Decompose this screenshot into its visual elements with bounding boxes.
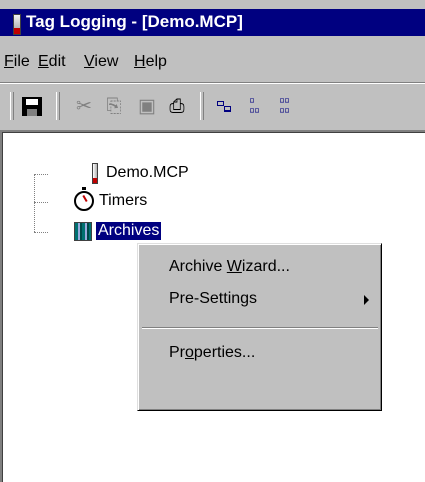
- copy-icon: ⎘: [106, 95, 122, 117]
- tree-connector: [34, 174, 35, 232]
- cut-icon: ✂: [76, 95, 92, 117]
- toolbar-separator: [200, 92, 204, 120]
- save-icon: [22, 96, 42, 116]
- context-menu: Archive Wizard... Pre-Settings Propertie…: [137, 243, 382, 411]
- menu-view[interactable]: View: [84, 53, 118, 71]
- menu-edit[interactable]: Edit: [38, 53, 66, 71]
- view-list-button[interactable]: [210, 92, 238, 120]
- print-button[interactable]: ⎙: [163, 92, 191, 120]
- tree-connector: [34, 202, 48, 203]
- print-icon: ⎙: [169, 95, 185, 117]
- view-details-button[interactable]: ▫▫ ▫▫: [270, 92, 298, 120]
- view-details-icon: ▫▫ ▫▫: [278, 95, 290, 116]
- menu-separator: [142, 327, 378, 329]
- archive-icon: [74, 221, 92, 241]
- menu-help[interactable]: Help: [134, 53, 167, 71]
- submenu-arrow-icon: [364, 295, 369, 305]
- view-tree-icon: ▫ ▫▫: [248, 95, 260, 116]
- menu-item-archive-wizard[interactable]: Archive Wizard...: [141, 252, 378, 284]
- menu-bar: File Edit View Help: [0, 48, 425, 78]
- project-file-icon: [92, 162, 98, 184]
- view-tree-button[interactable]: ▫ ▫▫: [240, 92, 268, 120]
- save-button[interactable]: [18, 92, 46, 120]
- tree-node-timers[interactable]: Timers: [74, 187, 149, 212]
- tree-node-root[interactable]: Demo.MCP: [92, 162, 191, 184]
- window-title: Tag Logging - [Demo.MCP]: [26, 12, 243, 31]
- menu-file[interactable]: File: [4, 53, 30, 71]
- toolbar-grip[interactable]: [10, 92, 14, 120]
- app-window: Tag Logging - [Demo.MCP] File Edit View …: [0, 0, 425, 482]
- toolbar-separator: [56, 92, 60, 120]
- tree-connector: [34, 174, 48, 175]
- paste-button[interactable]: ▣: [133, 92, 161, 120]
- menu-item-pre-settings[interactable]: Pre-Settings: [141, 284, 378, 316]
- stopwatch-icon: [74, 187, 94, 211]
- tree-connector: [34, 232, 48, 233]
- view-list-icon: [216, 99, 232, 113]
- cut-button[interactable]: ✂: [70, 92, 98, 120]
- title-bar[interactable]: Tag Logging - [Demo.MCP]: [0, 9, 425, 36]
- toolbar: ✂ ⎘ ▣ ⎙ ▫ ▫▫ ▫▫ ▫▫: [0, 84, 425, 124]
- menu-item-properties[interactable]: Properties...: [141, 338, 378, 370]
- paste-icon: ▣: [138, 95, 156, 117]
- app-icon: [13, 14, 21, 35]
- tree-node-archives[interactable]: Archives: [74, 220, 162, 242]
- copy-button[interactable]: ⎘: [100, 92, 128, 120]
